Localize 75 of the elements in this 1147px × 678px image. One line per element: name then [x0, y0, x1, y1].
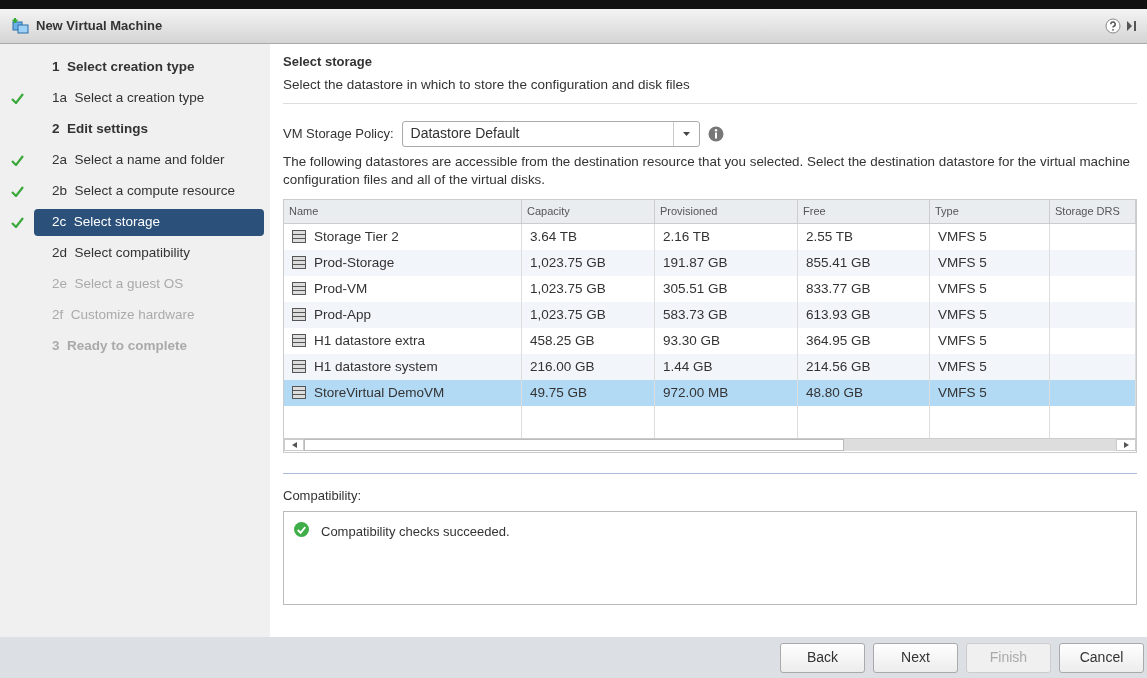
policy-dropdown[interactable]: Datastore Default [401, 120, 700, 147]
column-header[interactable]: Provisioned [655, 199, 798, 224]
table-cell: StoreVirtual DemoVM [284, 379, 522, 406]
table-cell: 1,023.75 GB [522, 275, 655, 302]
table-cell: 1.44 GB [655, 353, 798, 380]
table-cell: VMFS 5 [930, 275, 1050, 302]
compatibility-message: Compatibility checks succeeded. [321, 523, 510, 542]
table-cell: VMFS 5 [930, 379, 1050, 406]
page-subtitle: Select the datastore in which to store the configuration and disk files [283, 74, 1137, 104]
table-cell: 972.00 MB [655, 379, 798, 406]
wizard-button[interactable]: Next [873, 642, 958, 673]
datastore-icon [292, 256, 306, 270]
table-cell: 364.95 GB [798, 327, 930, 354]
table-cell: Storage Tier 2 [284, 223, 522, 250]
table-cell: 583.73 GB [655, 301, 798, 328]
table-cell: 613.93 GB [798, 301, 930, 328]
help-icon[interactable] [1104, 18, 1121, 34]
table-cell: 214.56 GB [798, 353, 930, 380]
wizard-step[interactable]: 2b Select a compute resource [44, 178, 270, 205]
expand-icon[interactable] [1127, 20, 1137, 32]
datastore-icon [292, 360, 306, 374]
description-text: The following datastores are accessible from the destination resource that you selected. Select the destination datastore for the virtual machine configuration files and all of the virtual disks. [283, 152, 1132, 189]
wizard-button[interactable]: Cancel [1059, 642, 1144, 673]
column-header[interactable]: Free [798, 199, 930, 224]
wizard-step[interactable]: 2 Edit settings [44, 116, 157, 143]
wizard-step[interactable]: 2c Select storage [34, 209, 264, 236]
wizard-step[interactable]: 1 Select creation type [44, 54, 203, 81]
table-cell: 2.16 TB [655, 223, 798, 250]
table-cell: Prod-App [284, 301, 522, 328]
table-cell: 49.75 GB [522, 379, 655, 406]
table-cell: H1 datastore system [284, 353, 522, 380]
table-cell: 93.30 GB [655, 327, 798, 354]
right-arrow-icon [1123, 442, 1129, 449]
wizard-step[interactable]: 2d Select compatibility [44, 240, 270, 267]
wizard-button[interactable]: Back [780, 642, 865, 673]
policy-label: VM Storage Policy: [283, 125, 394, 143]
column-header[interactable]: Name [284, 199, 522, 224]
wizard-step[interactable]: 2a Select a name and folder [44, 147, 270, 174]
table-cell: H1 datastore extra [284, 327, 522, 354]
column-header[interactable]: Storage DRS [1050, 199, 1136, 224]
page-title: Select storage [283, 53, 373, 71]
column-header[interactable]: Type [930, 199, 1050, 224]
info-icon[interactable] [707, 125, 724, 142]
table-cell: 2.55 TB [798, 223, 930, 250]
datastore-icon [292, 334, 306, 348]
horizontal-scrollbar[interactable] [284, 437, 1136, 452]
caret-icon [682, 131, 690, 136]
table-cell: 3.64 TB [522, 223, 655, 250]
datastore-icon [292, 230, 306, 244]
left-arrow-icon [291, 442, 297, 449]
table-cell: VMFS 5 [930, 249, 1050, 276]
table-cell: Prod-Storage [284, 249, 522, 276]
table-cell: VMFS 5 [930, 353, 1050, 380]
table-cell: 305.51 GB [655, 275, 798, 302]
column-header[interactable]: Capacity [522, 199, 655, 224]
success-icon [294, 522, 309, 538]
table-cell: 191.87 GB [655, 249, 798, 276]
wizard-step[interactable]: 1a Select a creation type [44, 85, 270, 112]
datastore-icon [292, 386, 306, 400]
table-cell: 1,023.75 GB [522, 301, 655, 328]
compatibility-label: Compatibility: [283, 486, 363, 505]
table-cell: 1,023.75 GB [522, 249, 655, 276]
table-cell: VMFS 5 [930, 301, 1050, 328]
datastore-icon [292, 308, 306, 322]
table-cell: 458.25 GB [522, 327, 655, 354]
table-cell: 833.77 GB [798, 275, 930, 302]
table-cell: 855.41 GB [798, 249, 930, 276]
datastore-icon [292, 282, 306, 296]
window-title: New Virtual Machine [36, 17, 163, 36]
table-cell: 216.00 GB [522, 353, 655, 380]
table-cell: 48.80 GB [798, 379, 930, 406]
table-cell: VMFS 5 [930, 223, 1050, 250]
table-cell: VMFS 5 [930, 327, 1050, 354]
table-cell: Prod-VM [284, 275, 522, 302]
virtual-machine-icon [12, 18, 30, 34]
